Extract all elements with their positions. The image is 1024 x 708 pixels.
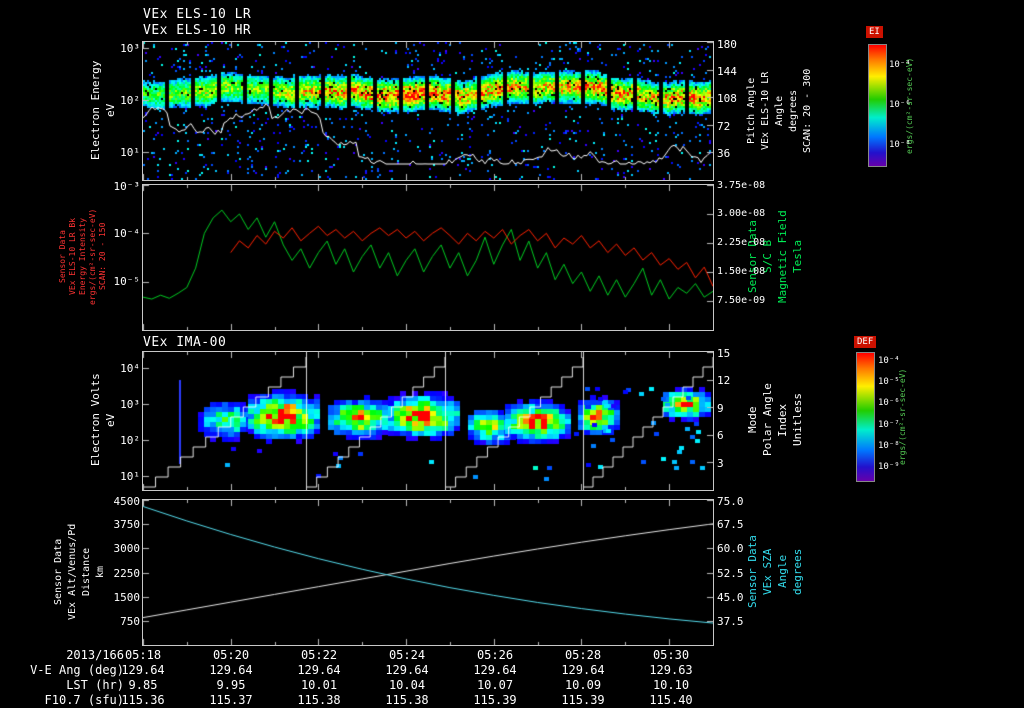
orbit-value-cell: 115.37	[209, 693, 253, 707]
time-tick-label: 05:20	[212, 648, 250, 662]
axis-tick-label: 4500	[113, 495, 141, 508]
axis-tick-label: 10⁻⁴	[113, 227, 141, 240]
axis-tick-label: 10⁴	[120, 362, 140, 375]
axis-tick-label: 10²	[120, 434, 140, 447]
orbit-value-cell: 10.09	[564, 678, 602, 692]
colorbar2-title: DEF	[854, 336, 877, 348]
orbit-value-cell: 10.10	[652, 678, 690, 692]
panel1-title-lr: VEx ELS-10 LR	[143, 7, 252, 22]
axis-tick-label: 45.0	[717, 591, 744, 604]
axis-tick-label: 2.25e-08	[717, 237, 766, 248]
colorbar1-title: EI	[866, 26, 883, 38]
axis-tick-label: 10³	[120, 398, 140, 411]
axis-tick-label: 12	[717, 374, 731, 387]
axis-tick-label: 10⁻⁷	[878, 420, 900, 430]
axis-tick-label: 10¹	[120, 470, 140, 483]
axis-tick-label: 15	[717, 347, 731, 360]
axis-tick-label: 67.5	[717, 518, 744, 531]
axis-tick-label: 75.0	[717, 495, 744, 508]
axis-tick-label: 10⁻³	[113, 180, 141, 193]
orbit-value-cell: 10.07	[476, 678, 514, 692]
orbit-value-cell: 129.64	[121, 663, 165, 677]
axis-tick-label: 108	[717, 92, 737, 105]
orbit-value-cell: 115.38	[385, 693, 429, 707]
colorbar1	[868, 44, 887, 167]
orbit-value-cell: 10.01	[300, 678, 338, 692]
axis-tick-label: 36	[717, 147, 731, 160]
orbit-value-cell: 115.36	[121, 693, 165, 707]
axis-tick-label: 10⁻⁹	[878, 462, 900, 472]
axis-tick-label: 10⁻⁵	[878, 377, 900, 387]
axis-tick-label: 7.50e-09	[717, 295, 766, 306]
orbit-value-cell: 129.63	[649, 663, 693, 677]
axis-tick-label: 10²	[120, 94, 140, 107]
orbit-value-cell: 129.64	[561, 663, 605, 677]
panel4-right-axis-label: Sensor Data VEx SZA Angle degrees	[746, 535, 804, 608]
row-label-lst: LST (hr)	[66, 678, 124, 692]
panel3-title: VEx IMA-00	[143, 335, 227, 350]
axis-tick-label: 10⁻⁸	[878, 441, 900, 451]
orbit-value-cell: 10.04	[388, 678, 426, 692]
axis-tick-label: 37.5	[717, 615, 744, 628]
time-tick-label: 05:24	[388, 648, 426, 662]
axis-tick-label: 10⁻⁴	[878, 356, 900, 366]
els-spectrogram-canvas	[142, 41, 714, 181]
orbit-value-cell: 9.95	[216, 678, 246, 692]
time-tick-label: 05:26	[476, 648, 514, 662]
vex-orbit-plot-screen: VEx ELS-10 LR VEx ELS-10 HR VEx IMA-00 E…	[0, 0, 1024, 708]
altitude-sza-line-canvas	[142, 499, 714, 646]
axis-tick-label: 6	[717, 429, 724, 442]
panel2-left-axis-label: Sensor Data VEx ELS-10 LR Bk Energy Inte…	[58, 208, 107, 305]
axis-tick-label: 3	[717, 457, 724, 470]
axis-tick-label: 3.75e-08	[717, 180, 766, 191]
orbit-value-cell: 115.40	[649, 693, 693, 707]
intensity-bfield-line-canvas	[142, 184, 714, 331]
panel1-title-hr: VEx ELS-10 HR	[143, 23, 252, 38]
row-label-ve-ang: V-E Ang (deg)	[30, 663, 124, 677]
orbit-value-cell: 129.64	[385, 663, 429, 677]
axis-tick-label: 180	[717, 38, 737, 51]
panel3-right-axis-label: Mode Polar Angle Index Unitless	[746, 383, 804, 457]
axis-tick-label: 3.00e-08	[717, 208, 766, 219]
axis-tick-label: 1.50e-08	[717, 266, 766, 277]
time-tick-label: 05:28	[564, 648, 602, 662]
orbit-value-cell: 9.85	[128, 678, 158, 692]
date-label: 2013/166	[66, 648, 124, 662]
row-label-f107: F10.7 (sfu)	[44, 693, 124, 707]
panel1-right-axis-label: Pitch Angle VEx ELS-10 LR Angle degrees …	[746, 68, 813, 154]
time-tick-label: 05:22	[300, 648, 338, 662]
orbit-value-cell: 115.39	[561, 693, 605, 707]
time-tick-label: 05:30	[652, 648, 690, 662]
axis-tick-label: 144	[717, 65, 737, 78]
panel2-right-axis-label: Sensor Data S/C B Magnetic Field Tesla	[746, 210, 804, 303]
axis-tick-label: 72	[717, 120, 731, 133]
axis-tick-label: 52.5	[717, 567, 744, 580]
axis-tick-label: 60.0	[717, 542, 744, 555]
axis-tick-label: 10³	[120, 42, 140, 55]
colorbar2	[856, 352, 875, 482]
axis-tick-label: 10¹	[120, 146, 140, 159]
axis-tick-label: 3750	[113, 518, 141, 531]
axis-tick-label: 3000	[113, 542, 141, 555]
orbit-value-cell: 129.64	[297, 663, 341, 677]
ima-spectrogram-canvas	[142, 351, 714, 491]
axis-tick-label: 10⁻⁶	[889, 100, 911, 110]
axis-tick-label: 10⁻⁸	[889, 140, 911, 150]
axis-tick-label: 750	[120, 615, 140, 628]
axis-tick-label: 9	[717, 402, 724, 415]
axis-tick-label: 10⁻⁶	[878, 398, 900, 408]
axis-tick-label: 2250	[113, 567, 141, 580]
axis-tick-label: 1500	[113, 591, 141, 604]
orbit-value-cell: 115.38	[297, 693, 341, 707]
orbit-value-cell: 115.39	[473, 693, 517, 707]
axis-tick-label: 10⁻⁵	[113, 275, 141, 288]
orbit-value-cell: 129.64	[473, 663, 517, 677]
time-tick-label: 05:18	[124, 648, 162, 662]
axis-tick-label: 10⁻⁴	[889, 60, 911, 70]
orbit-value-cell: 129.64	[209, 663, 253, 677]
